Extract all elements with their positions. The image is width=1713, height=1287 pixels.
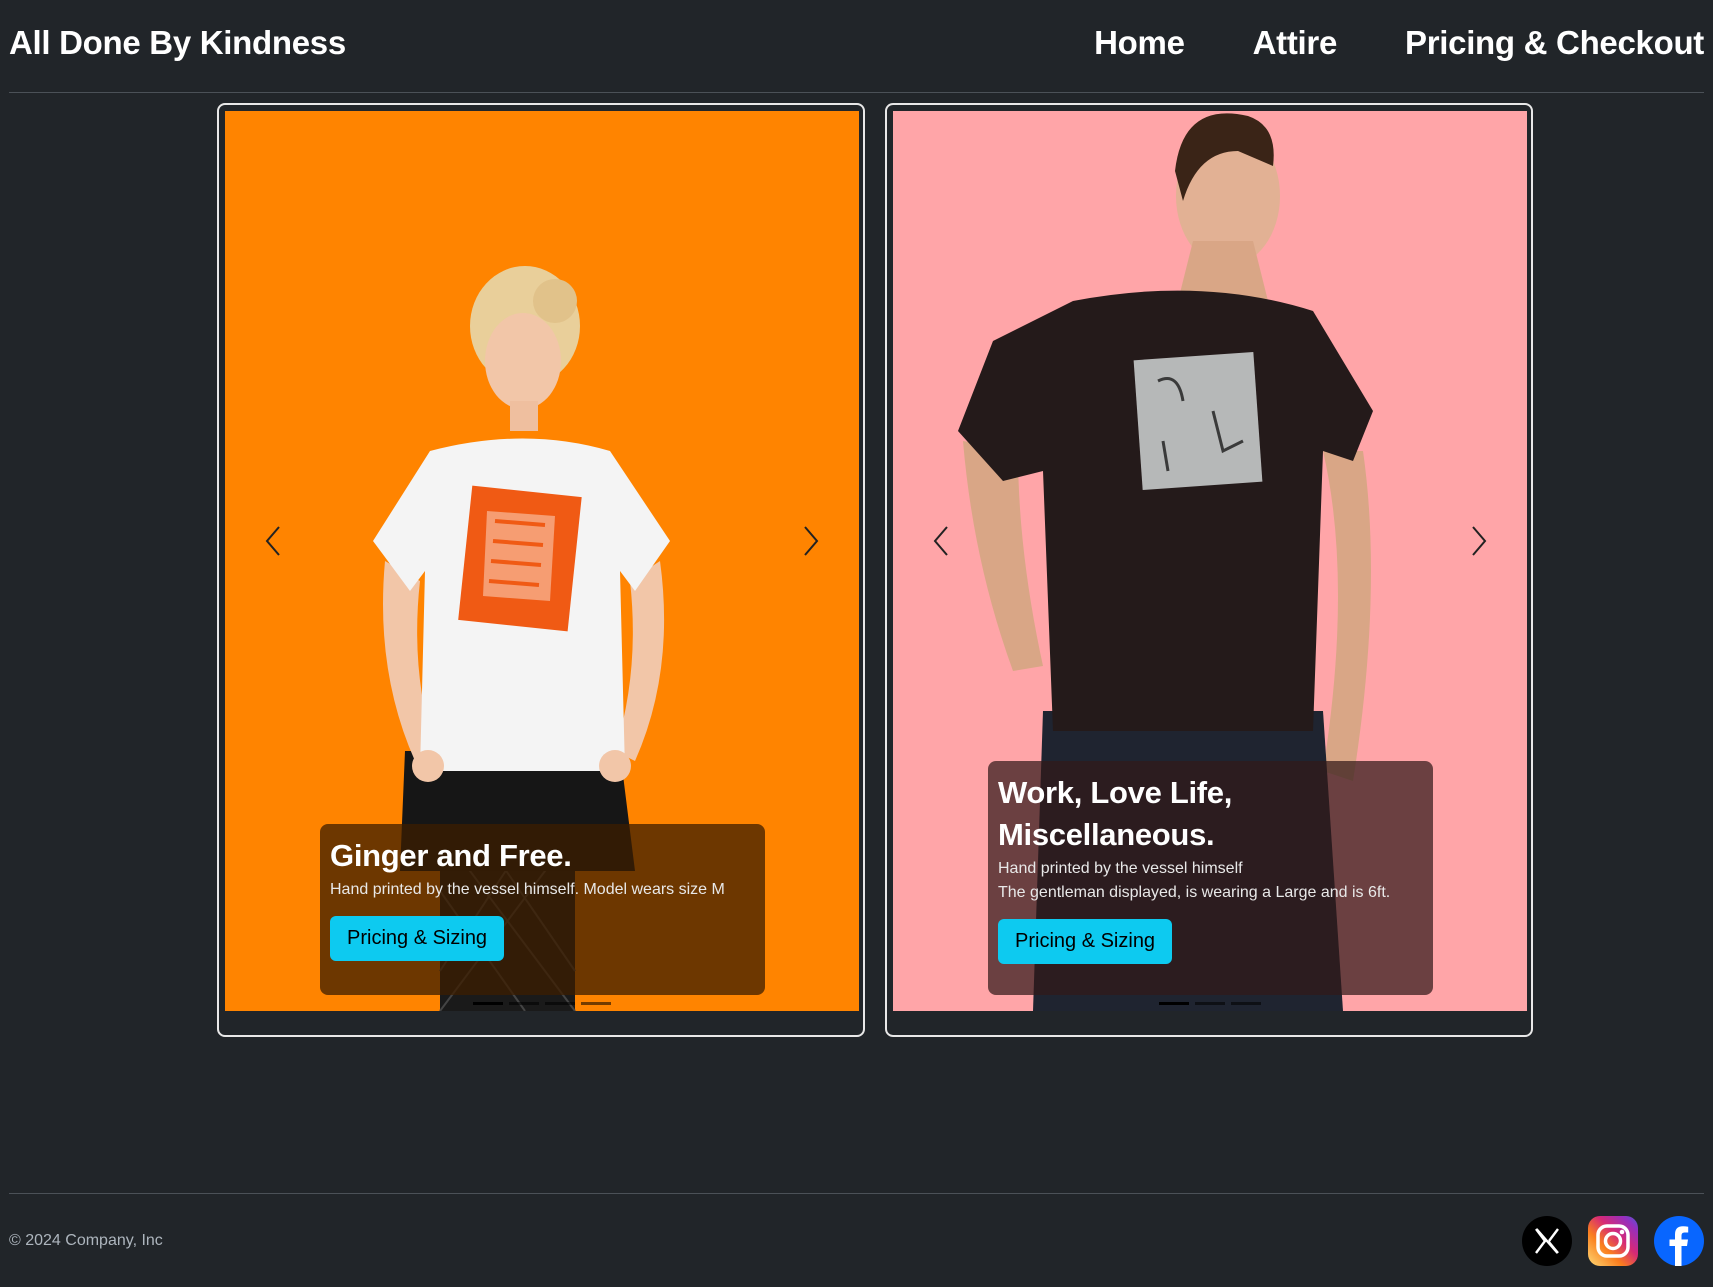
carousel-indicator[interactable]	[473, 1002, 503, 1005]
facebook-icon	[1654, 1215, 1704, 1266]
caption-title-line-2: Miscellaneous.	[998, 817, 1215, 852]
carousel-indicator[interactable]	[581, 1002, 611, 1005]
carousel-caption: Work, Love Life, Miscellaneous. Hand pri…	[988, 761, 1433, 995]
carousel-indicator[interactable]	[1159, 1002, 1189, 1005]
nav-home[interactable]: Home	[1094, 24, 1185, 62]
site-header: All Done By Kindness Home Attire Pricing…	[9, 0, 1704, 93]
nav-attire[interactable]: Attire	[1253, 24, 1338, 62]
facebook-link[interactable]	[1654, 1215, 1704, 1266]
carousel-next-button[interactable]	[791, 521, 831, 561]
caption-text-line-1: Hand printed by the vessel himself	[998, 860, 1243, 877]
caption-title-line-1: Work, Love Life,	[998, 775, 1233, 810]
product-card-work-love-life: Work, Love Life, Miscellaneous. Hand pri…	[885, 103, 1533, 1037]
instagram-icon	[1588, 1215, 1638, 1266]
pricing-sizing-button[interactable]: Pricing & Sizing	[998, 919, 1173, 964]
caption-title: Ginger and Free.	[330, 838, 572, 873]
chevron-left-icon	[933, 526, 948, 556]
copyright-text: © 2024 Company, Inc	[9, 1231, 163, 1249]
carousel-prev-button[interactable]	[253, 521, 293, 561]
carousel-prev-button[interactable]	[921, 521, 961, 561]
carousel-caption: Ginger and Free. Hand printed by the ves…	[320, 824, 765, 995]
carousel-slide: Ginger and Free. Hand printed by the ves…	[225, 111, 859, 1011]
caption-text: Hand printed by the vessel himself. Mode…	[330, 881, 725, 898]
carousel-indicator[interactable]	[509, 1002, 539, 1005]
social-links	[1522, 1215, 1704, 1266]
brand-title[interactable]: All Done By Kindness	[9, 24, 346, 62]
site-footer: © 2024 Company, Inc	[9, 1193, 1704, 1287]
pricing-sizing-button[interactable]: Pricing & Sizing	[330, 916, 505, 961]
x-link[interactable]	[1522, 1215, 1572, 1266]
carousel-indicators	[893, 1002, 1527, 1005]
nav-pricing-checkout[interactable]: Pricing & Checkout	[1405, 24, 1704, 62]
carousel-indicator[interactable]	[545, 1002, 575, 1005]
chevron-left-icon	[265, 526, 280, 556]
chevron-right-icon	[804, 526, 819, 556]
carousel-indicators	[225, 1002, 859, 1005]
x-icon	[1522, 1215, 1572, 1266]
product-card-ginger: Ginger and Free. Hand printed by the ves…	[217, 103, 865, 1037]
carousel-indicator[interactable]	[1195, 1002, 1225, 1005]
caption-text-line-2: The gentleman displayed, is wearing a La…	[998, 884, 1391, 901]
carousel-indicator[interactable]	[1231, 1002, 1261, 1005]
carousel-next-button[interactable]	[1459, 521, 1499, 561]
chevron-right-icon	[1472, 526, 1487, 556]
carousel-slide: Work, Love Life, Miscellaneous. Hand pri…	[893, 111, 1527, 1011]
instagram-link[interactable]	[1588, 1215, 1638, 1266]
main-nav: Home Attire Pricing & Checkout	[1094, 24, 1704, 62]
